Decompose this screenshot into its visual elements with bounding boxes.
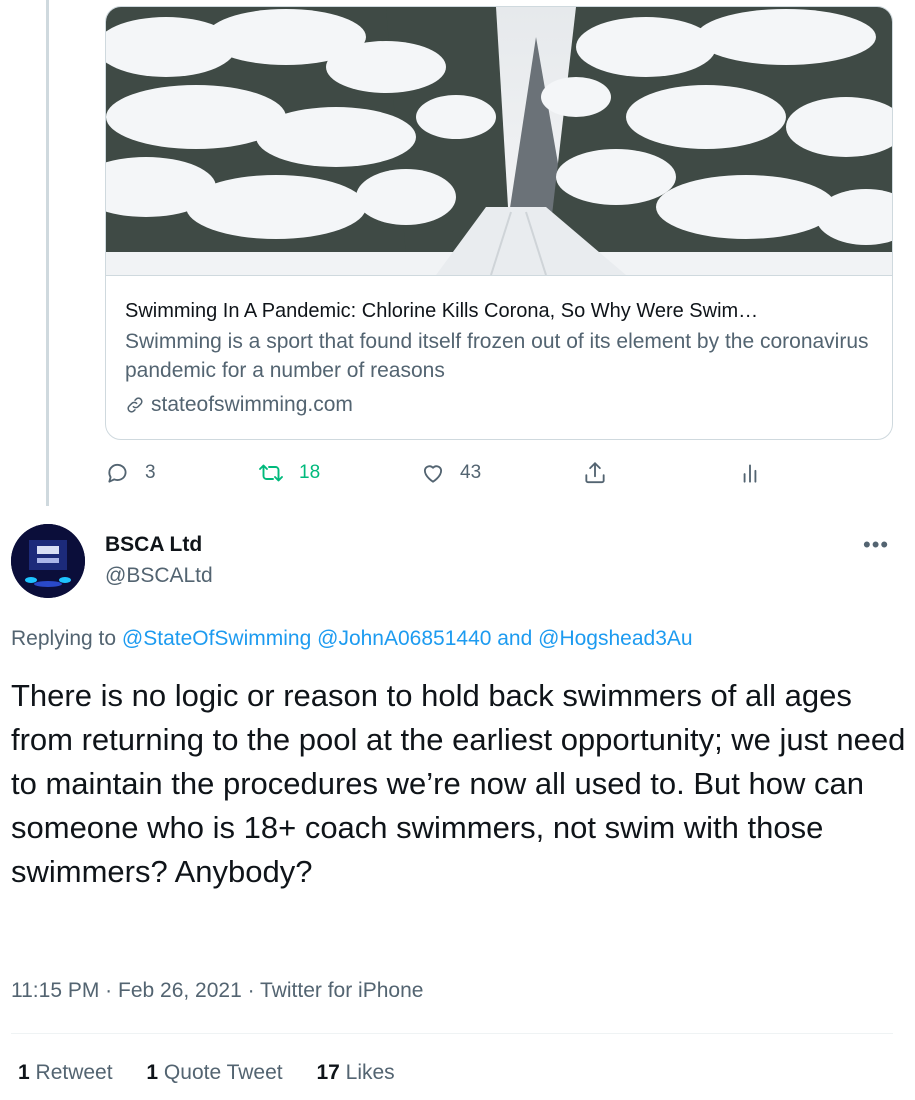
like-button[interactable]: 43 (420, 456, 481, 490)
link-icon (127, 397, 143, 413)
tweet-action-bar: 3 18 43 (105, 456, 805, 490)
mention-link[interactable]: @JohnA06851440 (317, 627, 491, 650)
display-name[interactable]: BSCA Ltd (105, 533, 202, 557)
retweet-button[interactable]: 18 (257, 456, 320, 490)
retweets-label: Retweet (29, 1061, 113, 1084)
share-icon (585, 462, 605, 484)
replying-to-line: Replying to @StateOfSwimming @JohnA06851… (11, 627, 693, 651)
retweets-stat[interactable]: 1 Retweet (18, 1061, 113, 1084)
snowy-forest-image (106, 7, 892, 275)
quote-tweets-count: 1 (146, 1061, 159, 1084)
bsca-avatar-image (11, 524, 85, 598)
avatar[interactable] (11, 524, 85, 598)
retweet-count: 18 (299, 462, 321, 483)
likes-stat[interactable]: 17 Likes (316, 1061, 394, 1084)
likes-count: 17 (316, 1061, 340, 1084)
reply-count: 3 (145, 462, 156, 483)
analytics-icon (743, 464, 757, 483)
analytics-button[interactable] (737, 456, 763, 490)
more-options-icon[interactable]: ••• (863, 532, 889, 558)
link-preview-card[interactable]: Swimming In A Pandemic: Chlorine Kills C… (105, 6, 893, 440)
tweet-text: There is no logic or reason to hold back… (11, 678, 906, 889)
quote-tweets-label: Quote Tweet (158, 1061, 283, 1084)
card-divider (106, 275, 892, 276)
quote-tweets-stat[interactable]: 1 Quote Tweet (146, 1061, 282, 1084)
replying-and: and (491, 627, 539, 650)
link-card-title[interactable]: Swimming In A Pandemic: Chlorine Kills C… (125, 298, 875, 324)
reply-button[interactable]: 3 (105, 456, 156, 490)
thread-connector-line (46, 0, 49, 506)
retweets-count: 1 (18, 1061, 30, 1084)
tweet-timestamp[interactable]: 11:15 PM · Feb 26, 2021 · Twitter for iP… (11, 979, 423, 1003)
share-button[interactable] (582, 456, 608, 490)
retweet-icon (259, 464, 283, 482)
mention-link[interactable]: @Hogshead3Au (538, 627, 692, 650)
link-card-domain[interactable]: stateofswimming.com (125, 391, 353, 419)
like-count: 43 (460, 462, 482, 483)
user-handle[interactable]: @BSCALtd (105, 564, 213, 588)
replying-prefix: Replying to (11, 627, 122, 650)
tweet-stats: 1 Retweet 1 Quote Tweet 17 Likes (18, 1061, 423, 1085)
mention-link[interactable]: @StateOfSwimming (122, 627, 311, 650)
likes-label: Likes (339, 1061, 395, 1084)
like-icon (423, 465, 443, 483)
reply-icon (108, 464, 127, 483)
divider (11, 1033, 893, 1034)
link-card-domain-text: stateofswimming.com (151, 393, 353, 416)
link-card-description: Swimming is a sport that found itself fr… (125, 330, 869, 382)
